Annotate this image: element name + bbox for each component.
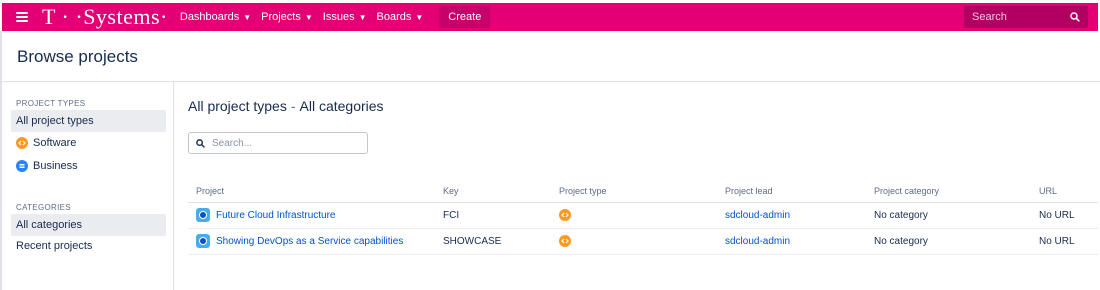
search-icon[interactable] [1070,12,1080,22]
brand-logo[interactable]: T · ·Systems· [42,3,168,31]
software-icon [16,137,28,149]
main-title: All project types - All categories [188,98,384,114]
sidebar-item-all-project-types[interactable]: All project types [11,110,166,132]
global-search-input[interactable]: Search [964,6,1088,28]
create-button[interactable]: Create [439,6,491,28]
nav-dashboards[interactable]: Dashboards ▼ [180,11,251,23]
project-url: No URL [1031,202,1098,229]
chevron-down-icon: ▼ [243,12,252,22]
sidebar-item-all-categories[interactable]: All categories [11,214,166,236]
project-search-input[interactable] [212,137,362,149]
column-header-project-lead[interactable]: Project lead [717,180,866,203]
hamburger-icon[interactable] [16,12,28,22]
nav-boards[interactable]: Boards ▼ [377,11,424,23]
project-name-link[interactable]: Future Cloud Infrastructure [216,210,336,221]
page-title: Browse projects [17,47,138,66]
column-header-project[interactable]: Project [188,180,435,203]
sidebar-item-recent-projects[interactable]: Recent projects [11,235,166,257]
project-avatar[interactable] [196,208,210,222]
software-icon [559,235,571,247]
column-header-url[interactable]: URL [1031,180,1098,203]
title-project-types: All project types [188,98,287,114]
projects-table: Project Key Project type Project lead Pr… [188,180,1098,255]
project-category: No category [866,228,1031,255]
nav-projects[interactable]: Projects ▼ [261,11,313,23]
chevron-down-icon: ▼ [358,12,367,22]
page-header: Browse projects [0,31,1100,82]
column-header-project-type[interactable]: Project type [551,180,717,203]
categories-heading: CATEGORIES [16,203,71,212]
nav-issues[interactable]: Issues ▼ [323,11,367,23]
table-row: Future Cloud Infrastructure FCI sdcloud-… [188,202,1098,229]
sidebar-item-business[interactable]: Business [11,155,166,177]
sidebar: PROJECT TYPES All project types Software… [2,82,174,290]
project-category: No category [866,202,1031,229]
search-placeholder: Search [972,11,1007,23]
column-header-project-category[interactable]: Project category [866,180,1031,203]
chevron-down-icon: ▼ [304,12,313,22]
table-row: Showing DevOps as a Service capabilities… [188,228,1098,255]
business-icon [16,160,28,172]
table-header-row: Project Key Project type Project lead Pr… [188,180,1098,203]
top-navigation-bar: T · ·Systems· Dashboards ▼ Projects ▼ Issu… [2,3,1098,31]
project-search-field[interactable] [188,132,368,154]
project-lead-link[interactable]: sdcloud-admin [725,210,790,221]
project-name-link[interactable]: Showing DevOps as a Service capabilities [216,236,403,247]
project-key: SHOWCASE [435,228,551,255]
project-types-heading: PROJECT TYPES [16,99,86,108]
project-url: No URL [1031,228,1098,255]
sidebar-item-software[interactable]: Software [11,132,166,154]
project-avatar[interactable] [196,234,210,248]
title-categories: All categories [299,98,384,114]
software-icon [559,209,571,221]
chevron-down-icon: ▼ [415,12,424,22]
project-lead-link[interactable]: sdcloud-admin [725,236,790,247]
title-separator: - [290,98,296,114]
project-key: FCI [435,202,551,229]
column-header-key[interactable]: Key [435,180,551,203]
search-icon [196,138,205,148]
